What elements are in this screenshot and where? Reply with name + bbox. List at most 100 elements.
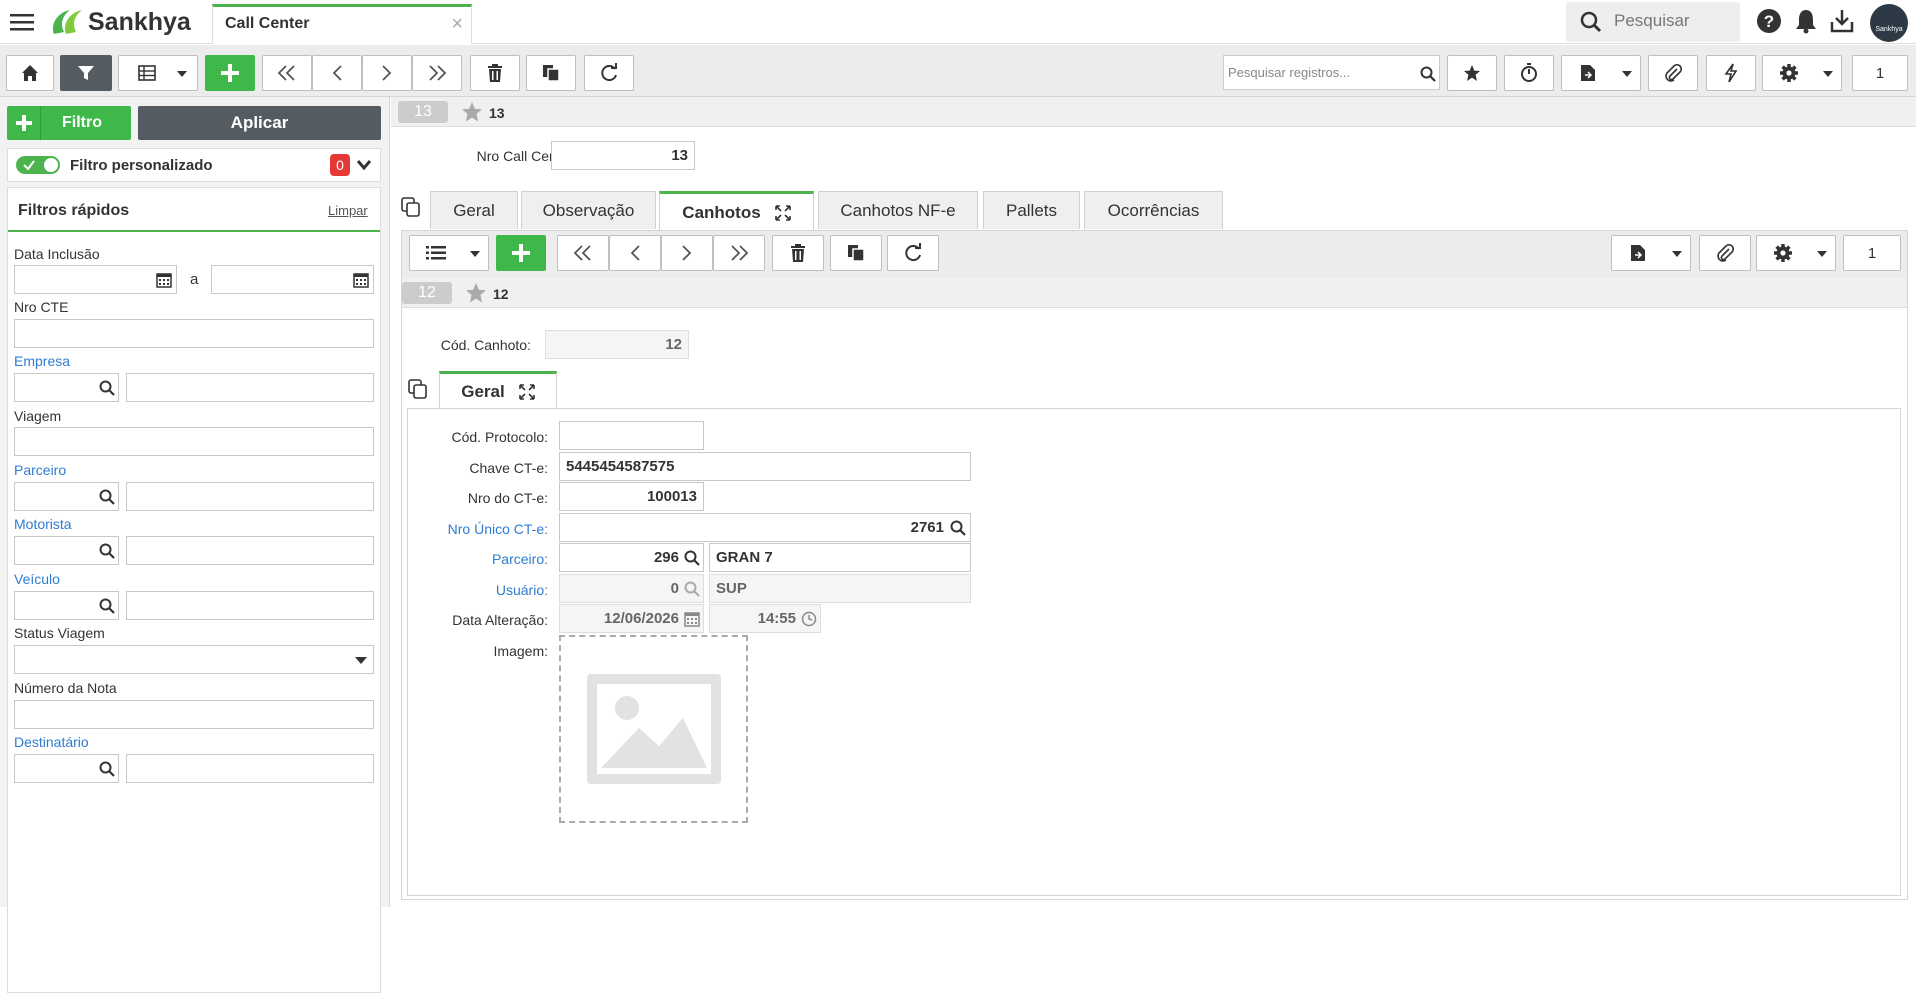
close-icon[interactable]: × (451, 13, 463, 36)
avatar[interactable]: Sankhya (1870, 4, 1908, 42)
empresa-label[interactable]: Empresa (14, 353, 70, 369)
star-icon[interactable] (461, 101, 483, 123)
nro-cte-field[interactable]: 100013 (559, 482, 704, 511)
veiculo-name-input[interactable] (126, 591, 374, 620)
destinatario-code-input[interactable] (14, 754, 119, 783)
veiculo-code-input[interactable] (14, 591, 119, 620)
delete-button[interactable] (470, 55, 520, 91)
add-button[interactable] (496, 235, 546, 271)
apply-button[interactable]: Aplicar (138, 106, 381, 140)
attach-button[interactable] (1699, 235, 1751, 271)
actions-button[interactable] (1706, 55, 1756, 91)
settings-button[interactable] (1762, 55, 1842, 91)
tab-observacao[interactable]: Observação (521, 191, 656, 229)
parceiro-label[interactable]: Parceiro (14, 462, 66, 478)
tab-canhotos-nfe[interactable]: Canhotos NF-e (818, 191, 978, 229)
global-search[interactable]: Pesquisar (1566, 2, 1740, 42)
veiculo-label[interactable]: Veículo (14, 571, 60, 587)
copy-tab-icon[interactable] (408, 379, 428, 399)
nro-cte-label: Nro do CT-e: (467, 490, 548, 506)
first-button[interactable] (557, 235, 609, 271)
last-button[interactable] (412, 55, 462, 91)
copy-button[interactable] (526, 55, 576, 91)
chave-cte-label: Chave CT-e: (469, 460, 548, 476)
chave-cte-field[interactable]: 5445454587575 (559, 452, 971, 481)
previous-button[interactable] (312, 55, 362, 91)
data-alteracao-time-field: 14:55 (709, 604, 821, 633)
export-button[interactable] (1611, 235, 1691, 271)
date-to-input[interactable] (211, 265, 374, 294)
viagem-input[interactable] (14, 427, 374, 456)
tab-canhotos[interactable]: Canhotos (659, 191, 814, 231)
chevron-right-icon (382, 65, 392, 81)
refresh-button[interactable] (887, 235, 939, 271)
image-upload-area[interactable] (559, 635, 748, 823)
page-number-box[interactable]: 1 (1843, 235, 1901, 271)
page-number-box[interactable]: 1 (1852, 55, 1908, 91)
subtab-geral[interactable]: Geral (439, 371, 557, 409)
status-viagem-select[interactable] (14, 645, 374, 674)
motorista-name-input[interactable] (126, 536, 374, 565)
date-from-input[interactable] (14, 265, 177, 294)
delete-button[interactable] (772, 235, 824, 271)
tab-call-center[interactable]: Call Center × (212, 4, 472, 44)
export-button[interactable] (1561, 55, 1641, 91)
plus-icon (512, 244, 530, 262)
cod-canhoto-field: 12 (545, 330, 689, 359)
trash-icon (791, 244, 805, 262)
next-button[interactable] (661, 235, 713, 271)
filter-button[interactable] (60, 55, 112, 91)
refresh-button[interactable] (584, 55, 634, 91)
star-icon[interactable] (465, 282, 487, 304)
parceiro-code-input[interactable] (14, 482, 119, 511)
favorite-button[interactable] (1447, 55, 1497, 91)
tab-ocorrencias[interactable]: Ocorrências (1084, 191, 1223, 229)
search-records-input[interactable]: Pesquisar registros... (1223, 55, 1440, 90)
tab-geral[interactable]: Geral (430, 191, 518, 229)
copy-button[interactable] (830, 235, 882, 271)
add-filter-button[interactable]: Filtro (7, 106, 131, 140)
add-button[interactable] (205, 55, 255, 91)
settings-button[interactable] (1756, 235, 1836, 271)
numero-nota-input[interactable] (14, 700, 374, 729)
motorista-code-input[interactable] (14, 536, 119, 565)
list-view-button[interactable] (409, 235, 489, 271)
attach-button[interactable] (1648, 55, 1698, 91)
parceiro-name-input[interactable] (126, 482, 374, 511)
empresa-name-input[interactable] (126, 373, 374, 402)
search-icon (684, 550, 700, 566)
calendar-icon (156, 273, 172, 288)
download-icon[interactable] (1829, 8, 1855, 34)
next-button[interactable] (362, 55, 412, 91)
usuario-label[interactable]: Usuário: (418, 582, 548, 598)
destinatario-label[interactable]: Destinatário (14, 734, 89, 750)
destinatario-name-input[interactable] (126, 754, 374, 783)
motorista-label[interactable]: Motorista (14, 516, 72, 532)
timer-button[interactable] (1504, 55, 1554, 91)
clear-filters-link[interactable]: Limpar (328, 203, 368, 218)
tab-label: Geral (453, 200, 495, 220)
canhotos-panel: 1 12 12 Cód. Canhoto: 12 Geral Cód. Prot… (401, 230, 1908, 900)
parceiro-name-field[interactable]: GRAN 7 (709, 543, 971, 572)
custom-filter-toggle[interactable] (16, 156, 60, 174)
parceiro-code-field[interactable]: 296 (559, 543, 704, 572)
parceiro-label[interactable]: Parceiro: (418, 551, 548, 567)
nro-call-center-field[interactable]: 13 (551, 141, 695, 170)
first-button[interactable] (262, 55, 312, 91)
empresa-code-input[interactable] (14, 373, 119, 402)
last-button[interactable] (713, 235, 765, 271)
bell-icon[interactable] (1795, 8, 1817, 34)
grid-view-button[interactable] (118, 55, 198, 91)
nro-unico-cte-label[interactable]: Nro Único CT-e: (418, 521, 548, 537)
home-button[interactable] (6, 55, 54, 91)
nro-cte-input[interactable] (14, 319, 374, 348)
chevron-down-icon[interactable] (356, 159, 372, 171)
copy-tab-icon[interactable] (401, 197, 421, 217)
tab-pallets[interactable]: Pallets (983, 191, 1080, 229)
cod-protocolo-field[interactable] (559, 421, 704, 450)
nro-unico-cte-field[interactable]: 2761 (559, 513, 971, 542)
help-icon[interactable]: ? (1756, 8, 1782, 34)
apply-label: Aplicar (230, 113, 289, 132)
previous-button[interactable] (609, 235, 661, 271)
hamburger-menu-icon[interactable] (10, 12, 34, 32)
